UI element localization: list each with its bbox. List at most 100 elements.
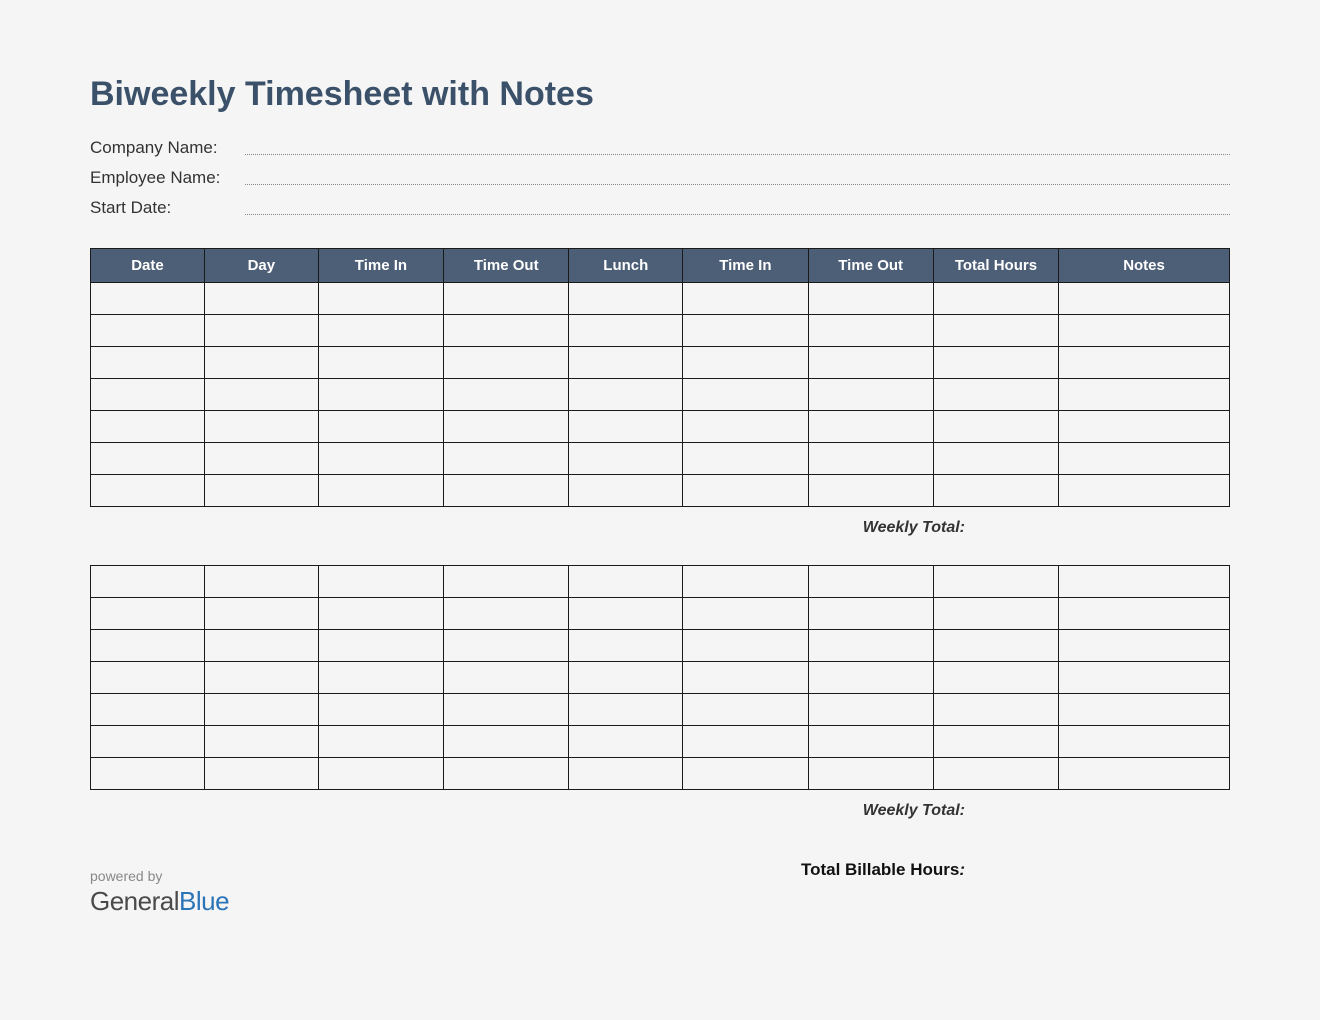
table-cell[interactable] <box>204 726 318 758</box>
table-cell[interactable] <box>91 347 205 379</box>
table-cell[interactable] <box>683 475 808 507</box>
table-cell[interactable] <box>204 475 318 507</box>
table-cell[interactable] <box>318 758 443 790</box>
employee-input-line[interactable] <box>245 171 1230 185</box>
table-cell[interactable] <box>683 347 808 379</box>
table-cell[interactable] <box>91 315 205 347</box>
table-cell[interactable] <box>933 475 1058 507</box>
table-cell[interactable] <box>569 347 683 379</box>
table-cell[interactable] <box>1059 630 1230 662</box>
table-cell[interactable] <box>569 726 683 758</box>
table-cell[interactable] <box>933 566 1058 598</box>
table-cell[interactable] <box>808 475 933 507</box>
table-cell[interactable] <box>91 283 205 315</box>
table-cell[interactable] <box>933 726 1058 758</box>
table-cell[interactable] <box>808 443 933 475</box>
table-cell[interactable] <box>318 283 443 315</box>
table-cell[interactable] <box>569 566 683 598</box>
table-cell[interactable] <box>569 443 683 475</box>
table-cell[interactable] <box>318 475 443 507</box>
table-cell[interactable] <box>569 411 683 443</box>
table-cell[interactable] <box>569 283 683 315</box>
table-cell[interactable] <box>808 379 933 411</box>
table-cell[interactable] <box>1059 379 1230 411</box>
table-cell[interactable] <box>444 630 569 662</box>
table-cell[interactable] <box>683 443 808 475</box>
table-cell[interactable] <box>91 475 205 507</box>
table-cell[interactable] <box>204 694 318 726</box>
table-cell[interactable] <box>808 566 933 598</box>
table-cell[interactable] <box>1059 566 1230 598</box>
table-cell[interactable] <box>569 630 683 662</box>
table-cell[interactable] <box>683 598 808 630</box>
table-cell[interactable] <box>808 662 933 694</box>
table-cell[interactable] <box>318 662 443 694</box>
table-cell[interactable] <box>933 443 1058 475</box>
table-cell[interactable] <box>318 566 443 598</box>
table-cell[interactable] <box>1059 443 1230 475</box>
table-cell[interactable] <box>444 347 569 379</box>
table-cell[interactable] <box>933 411 1058 443</box>
table-cell[interactable] <box>808 598 933 630</box>
table-cell[interactable] <box>318 630 443 662</box>
table-cell[interactable] <box>683 315 808 347</box>
table-cell[interactable] <box>318 598 443 630</box>
table-cell[interactable] <box>933 315 1058 347</box>
table-cell[interactable] <box>444 443 569 475</box>
table-cell[interactable] <box>1059 758 1230 790</box>
table-cell[interactable] <box>1059 475 1230 507</box>
table-cell[interactable] <box>444 726 569 758</box>
table-cell[interactable] <box>91 662 205 694</box>
table-cell[interactable] <box>444 411 569 443</box>
table-cell[interactable] <box>1059 598 1230 630</box>
table-cell[interactable] <box>569 475 683 507</box>
table-cell[interactable] <box>569 694 683 726</box>
table-cell[interactable] <box>318 443 443 475</box>
table-cell[interactable] <box>933 283 1058 315</box>
table-cell[interactable] <box>91 630 205 662</box>
table-cell[interactable] <box>444 694 569 726</box>
table-cell[interactable] <box>444 283 569 315</box>
table-cell[interactable] <box>444 598 569 630</box>
table-cell[interactable] <box>933 598 1058 630</box>
table-cell[interactable] <box>808 315 933 347</box>
table-cell[interactable] <box>204 630 318 662</box>
table-cell[interactable] <box>91 694 205 726</box>
table-cell[interactable] <box>1059 662 1230 694</box>
table-cell[interactable] <box>91 598 205 630</box>
table-cell[interactable] <box>444 566 569 598</box>
table-cell[interactable] <box>444 662 569 694</box>
table-cell[interactable] <box>1059 283 1230 315</box>
table-cell[interactable] <box>569 662 683 694</box>
table-cell[interactable] <box>204 411 318 443</box>
table-cell[interactable] <box>1059 411 1230 443</box>
table-cell[interactable] <box>933 694 1058 726</box>
table-cell[interactable] <box>1059 694 1230 726</box>
table-cell[interactable] <box>683 379 808 411</box>
table-cell[interactable] <box>444 379 569 411</box>
table-cell[interactable] <box>91 443 205 475</box>
table-cell[interactable] <box>204 315 318 347</box>
table-cell[interactable] <box>318 726 443 758</box>
table-cell[interactable] <box>91 411 205 443</box>
table-cell[interactable] <box>569 379 683 411</box>
table-cell[interactable] <box>683 630 808 662</box>
table-cell[interactable] <box>933 347 1058 379</box>
table-cell[interactable] <box>204 379 318 411</box>
table-cell[interactable] <box>91 566 205 598</box>
table-cell[interactable] <box>1059 315 1230 347</box>
table-cell[interactable] <box>318 694 443 726</box>
table-cell[interactable] <box>444 758 569 790</box>
table-cell[interactable] <box>204 662 318 694</box>
table-cell[interactable] <box>808 347 933 379</box>
table-cell[interactable] <box>808 694 933 726</box>
table-cell[interactable] <box>933 630 1058 662</box>
table-cell[interactable] <box>204 598 318 630</box>
table-cell[interactable] <box>318 411 443 443</box>
table-cell[interactable] <box>683 662 808 694</box>
table-cell[interactable] <box>204 566 318 598</box>
table-cell[interactable] <box>683 283 808 315</box>
startdate-input-line[interactable] <box>245 201 1230 215</box>
company-input-line[interactable] <box>245 141 1230 155</box>
table-cell[interactable] <box>808 630 933 662</box>
